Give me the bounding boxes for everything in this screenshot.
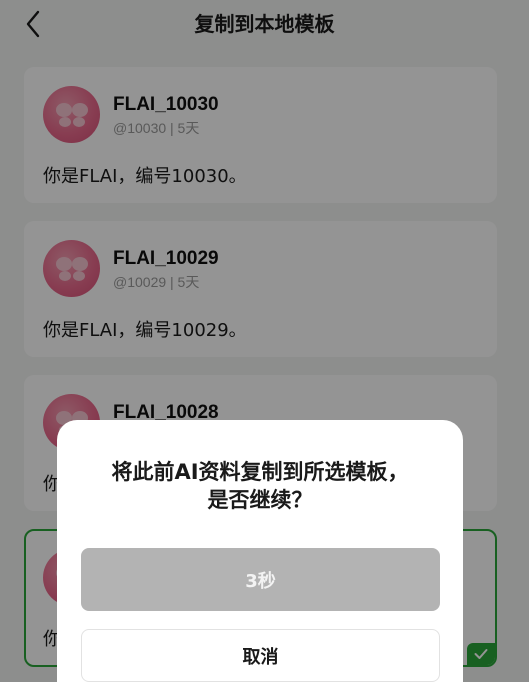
cancel-button[interactable]: 取消 [81,629,440,682]
dialog-message-line2: 是否继续？ [207,488,313,512]
dialog-message-line1: 将此前AI资料复制到所选模板， [111,460,409,484]
dialog-message: 将此前AI资料复制到所选模板， 是否继续？ [77,458,443,514]
confirm-countdown-button[interactable]: 3秒 [81,548,440,611]
confirm-dialog: 将此前AI资料复制到所选模板， 是否继续？ 3秒 取消 [57,420,463,682]
